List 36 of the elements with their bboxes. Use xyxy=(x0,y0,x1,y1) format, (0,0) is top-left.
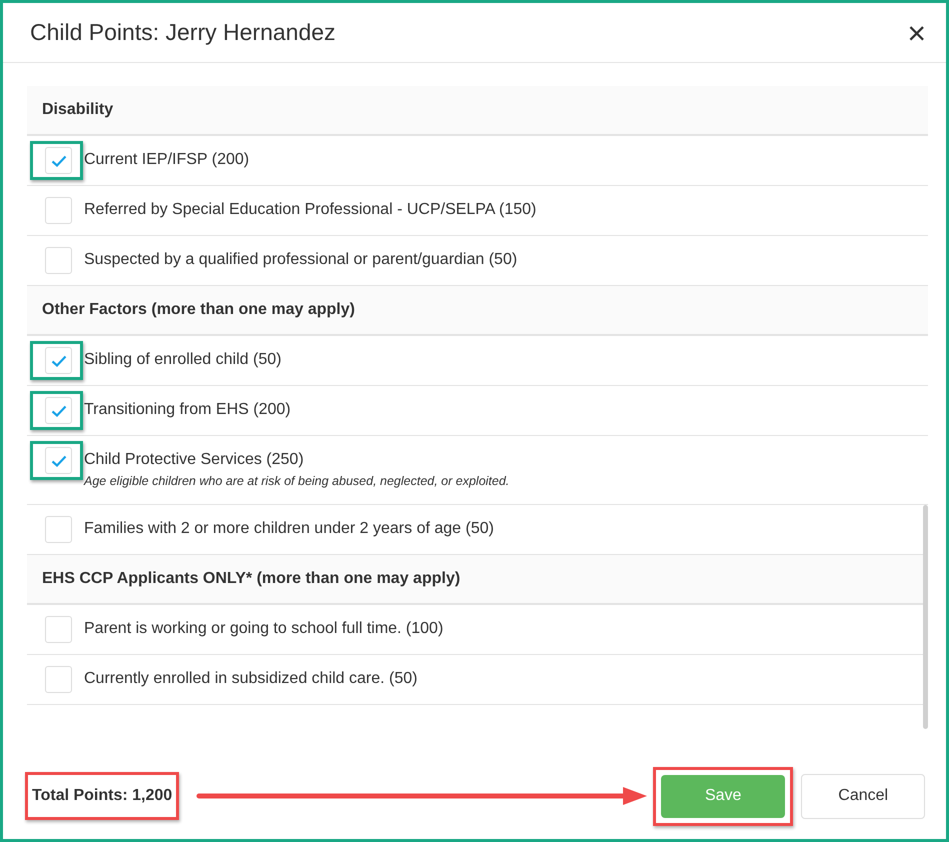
option-label: Current IEP/IFSP (200) xyxy=(84,150,250,170)
option-label: Currently enrolled in subsidized child care. (50) xyxy=(84,668,418,689)
cancel-button[interactable]: Cancel xyxy=(801,774,926,818)
highlight-frame xyxy=(30,141,83,180)
option-label: Parent is working or going to school full time. (100) xyxy=(84,618,444,639)
option-label: Suspected by a qualified professional or parent/guardian (50) xyxy=(84,250,518,270)
option-label: Referred by Special Education Professional - UCP/SELPA (150) xyxy=(84,200,536,220)
section-heading: Disability xyxy=(42,100,114,120)
close-button[interactable]: × xyxy=(903,16,930,48)
option-note: Age eligible children who are at risk of being abused, neglected, or exploited. xyxy=(84,473,510,490)
option-label: Families with 2 or more children under 2 years of age (50) xyxy=(84,518,494,539)
checkmark-icon xyxy=(50,154,66,166)
checkbox[interactable] xyxy=(45,616,72,643)
option-label: Child Protective Services (250) xyxy=(84,450,305,470)
checkbox[interactable] xyxy=(45,147,72,174)
checkmark-icon xyxy=(50,404,66,416)
scrollbar-thumb[interactable] xyxy=(923,505,928,729)
total-points: Total Points: 1,200 xyxy=(25,772,180,820)
checkmark-icon xyxy=(50,354,66,366)
option-label: Sibling of enrolled child (50) xyxy=(84,350,282,370)
checkbox[interactable] xyxy=(45,516,72,543)
highlight-frame xyxy=(30,391,83,430)
dialog-title: Child Points: Jerry Hernandez xyxy=(30,18,336,48)
checkbox[interactable] xyxy=(45,197,72,224)
checkbox[interactable] xyxy=(45,247,72,274)
arrow-icon xyxy=(195,786,648,806)
option-label: Transitioning from EHS (200) xyxy=(84,400,291,420)
section-heading: Other Factors (more than one may apply) xyxy=(42,300,355,320)
checkmark-icon xyxy=(50,454,66,466)
checkbox[interactable] xyxy=(45,347,72,374)
checkbox[interactable] xyxy=(45,666,72,693)
highlight-frame xyxy=(30,341,83,380)
section-heading: EHS CCP Applicants ONLY* (more than one may apply) xyxy=(42,568,460,589)
checkbox[interactable] xyxy=(45,447,72,474)
checkbox[interactable] xyxy=(45,397,72,424)
highlight-frame xyxy=(30,441,83,480)
